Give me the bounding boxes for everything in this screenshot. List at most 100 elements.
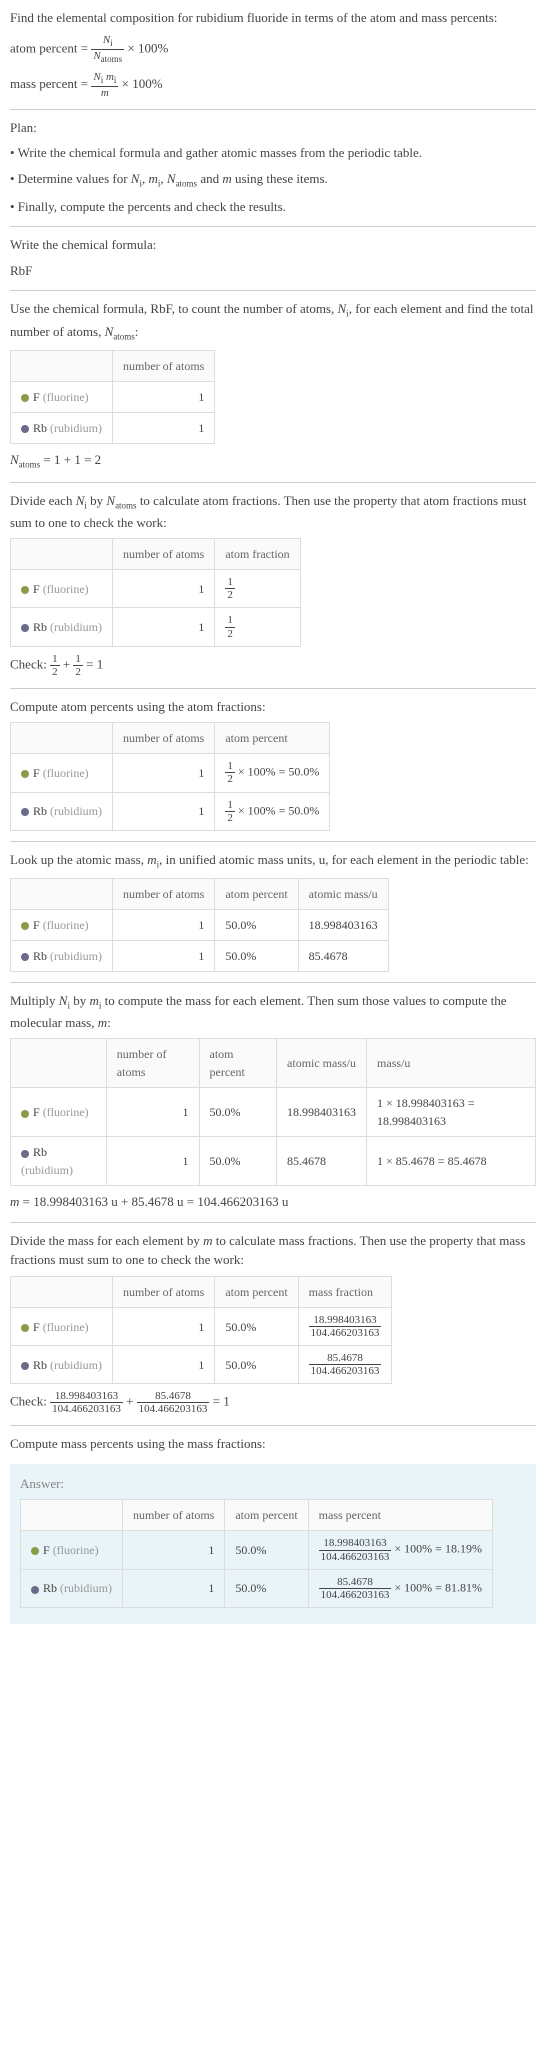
element-cell: Rb (rubidium) bbox=[11, 608, 113, 646]
divider bbox=[10, 482, 536, 483]
count-atoms-heading: Use the chemical formula, RbF, to count … bbox=[10, 299, 536, 343]
plan-section: Plan: • Write the chemical formula and g… bbox=[10, 118, 536, 217]
plan-bullet-1: • Write the chemical formula and gather … bbox=[10, 143, 536, 163]
mass-fractions-check: Check: 18.998403163104.466203163 + 85.46… bbox=[10, 1390, 536, 1415]
atom-percent-formula: atom percent = NiNatoms × 100% bbox=[10, 34, 536, 65]
element-dot-icon bbox=[21, 1150, 29, 1158]
table-row: F (fluorine) 1 bbox=[11, 381, 215, 412]
table-row: F (fluorine) 1 50.0% 18.998403163104.466… bbox=[11, 1307, 392, 1345]
table-row: Rb (rubidium) 1 50.0% 85.4678 1 × 85.467… bbox=[11, 1137, 536, 1186]
divider bbox=[10, 1425, 536, 1426]
table-header-row: number of atoms atom percent bbox=[11, 723, 330, 754]
intro-section: Find the elemental composition for rubid… bbox=[10, 8, 536, 99]
table-header-row: number of atoms atom percent mass fracti… bbox=[11, 1276, 392, 1307]
element-dot-icon bbox=[21, 808, 29, 816]
molecular-mass-total: m = 18.998403163 u + 85.4678 u = 104.466… bbox=[10, 1192, 536, 1212]
element-cell: F (fluorine) bbox=[11, 570, 113, 608]
num-cell: 1 bbox=[123, 1531, 225, 1569]
table-row: Rb (rubidium) 1 bbox=[11, 412, 215, 443]
mass-percent-formula: mass percent = Ni mim × 100% bbox=[10, 71, 536, 99]
divider bbox=[10, 290, 536, 291]
table-row: F (fluorine) 1 12 × 100% = 50.0% bbox=[11, 754, 330, 792]
table-row: Rb (rubidium) 1 12 × 100% = 50.0% bbox=[11, 792, 330, 830]
fraction-cell: 12 bbox=[215, 570, 300, 608]
count-atoms-section: Use the chemical formula, RbF, to count … bbox=[10, 299, 536, 471]
num-cell: 1 bbox=[113, 754, 215, 792]
answer-table: number of atoms atom percent mass percen… bbox=[20, 1499, 493, 1607]
mass-fraction-header: mass fraction bbox=[298, 1276, 392, 1307]
atom-fractions-check: Check: 12 + 12 = 1 bbox=[10, 653, 536, 678]
element-dot-icon bbox=[21, 770, 29, 778]
table-row: Rb (rubidium) 1 50.0% 85.4678104.4662031… bbox=[11, 1346, 392, 1384]
element-cell: Rb (rubidium) bbox=[11, 940, 113, 971]
plan-heading: Plan: bbox=[10, 118, 536, 138]
num-atoms-header: number of atoms bbox=[106, 1039, 199, 1088]
divider bbox=[10, 841, 536, 842]
atom-fractions-section: Divide each Ni by Natoms to calculate at… bbox=[10, 491, 536, 678]
atomic-mass-header: atomic mass/u bbox=[277, 1039, 367, 1088]
element-cell: F (fluorine) bbox=[11, 754, 113, 792]
mass-fractions-section: Divide the mass for each element by m to… bbox=[10, 1231, 536, 1416]
divider bbox=[10, 688, 536, 689]
fraction-cell: 12 bbox=[215, 608, 300, 646]
count-atoms-table: number of atoms F (fluorine) 1 Rb (rubid… bbox=[10, 350, 215, 444]
num-cell: 1 bbox=[113, 381, 215, 412]
num-cell: 1 bbox=[113, 940, 215, 971]
element-dot-icon bbox=[21, 953, 29, 961]
divider bbox=[10, 982, 536, 983]
divider bbox=[10, 109, 536, 110]
element-dot-icon bbox=[31, 1547, 39, 1555]
table-header-row: number of atoms bbox=[11, 350, 215, 381]
atom-percent-header: atom percent bbox=[225, 1500, 308, 1531]
num-cell: 1 bbox=[113, 1307, 215, 1345]
atom-percent-header: atom percent bbox=[215, 878, 298, 909]
page-content: Find the elemental composition for rubid… bbox=[0, 0, 546, 1632]
element-cell: Rb (rubidium) bbox=[11, 412, 113, 443]
element-dot-icon bbox=[31, 1586, 39, 1594]
table-row: Rb (rubidium) 1 12 bbox=[11, 608, 301, 646]
fraction-cell: 18.998403163104.466203163 bbox=[298, 1307, 392, 1345]
atomic-mass-heading: Look up the atomic mass, mi, in unified … bbox=[10, 850, 536, 872]
mass-cell: 18.998403163 bbox=[298, 909, 388, 940]
num-cell: 1 bbox=[113, 909, 215, 940]
plan-bullet-2: • Determine values for Ni, mi, Natoms an… bbox=[10, 169, 536, 191]
massu-cell: 1 × 18.998403163 = 18.998403163 bbox=[367, 1088, 536, 1137]
element-header bbox=[11, 723, 113, 754]
element-header bbox=[11, 1276, 113, 1307]
num-cell: 1 bbox=[113, 570, 215, 608]
table-row: Rb (rubidium) 1 50.0% 85.4678 bbox=[11, 940, 389, 971]
element-cell: F (fluorine) bbox=[11, 1088, 107, 1137]
table-row: Rb (rubidium) 1 50.0% 85.4678104.4662031… bbox=[21, 1569, 493, 1607]
percent-cell: 50.0% bbox=[225, 1531, 308, 1569]
num-atoms-header: number of atoms bbox=[113, 878, 215, 909]
element-cell: F (fluorine) bbox=[21, 1531, 123, 1569]
atom-percents-section: Compute atom percents using the atom fra… bbox=[10, 697, 536, 831]
atom-percent-header: atom percent bbox=[215, 1276, 298, 1307]
mass-percents-section: Compute mass percents using the mass fra… bbox=[10, 1434, 536, 1454]
mass-calc-table: number of atoms atom percent atomic mass… bbox=[10, 1038, 536, 1186]
element-header bbox=[11, 539, 113, 570]
percent-cell: 50.0% bbox=[215, 909, 298, 940]
element-cell: Rb (rubidium) bbox=[11, 1346, 113, 1384]
atom-fractions-table: number of atoms atom fraction F (fluorin… bbox=[10, 538, 301, 646]
formula-heading: Write the chemical formula: bbox=[10, 235, 536, 255]
table-row: F (fluorine) 1 12 bbox=[11, 570, 301, 608]
element-dot-icon bbox=[21, 922, 29, 930]
num-atoms-header: number of atoms bbox=[113, 539, 215, 570]
atomic-mass-header: atomic mass/u bbox=[298, 878, 388, 909]
num-atoms-header: number of atoms bbox=[123, 1500, 225, 1531]
element-cell: Rb (rubidium) bbox=[21, 1569, 123, 1607]
atom-percents-heading: Compute atom percents using the atom fra… bbox=[10, 697, 536, 717]
divider bbox=[10, 1222, 536, 1223]
num-cell: 1 bbox=[113, 1346, 215, 1384]
num-cell: 1 bbox=[113, 608, 215, 646]
num-atoms-header: number of atoms bbox=[113, 1276, 215, 1307]
element-cell: F (fluorine) bbox=[11, 381, 113, 412]
element-header bbox=[11, 878, 113, 909]
element-cell: F (fluorine) bbox=[11, 1307, 113, 1345]
table-row: F (fluorine) 1 50.0% 18.998403163 1 × 18… bbox=[11, 1088, 536, 1137]
mass-cell: 85.4678 bbox=[277, 1137, 367, 1186]
mass-fractions-table: number of atoms atom percent mass fracti… bbox=[10, 1276, 392, 1384]
num-atoms-header: number of atoms bbox=[113, 723, 215, 754]
intro-heading: Find the elemental composition for rubid… bbox=[10, 8, 536, 28]
